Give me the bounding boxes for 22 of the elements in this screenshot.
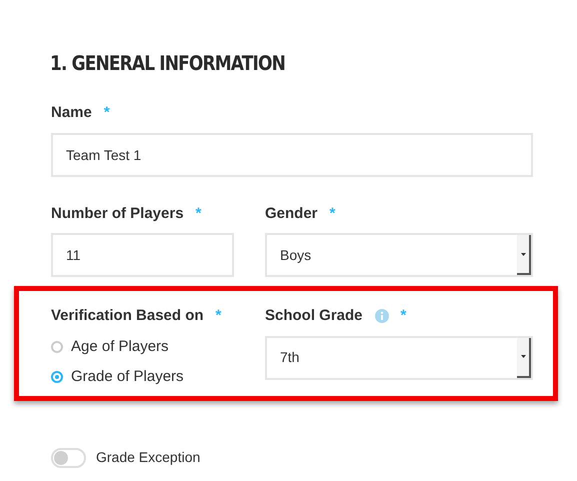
toggle-label: Grade Exception [96,448,200,467]
field-label: Verification Based on [51,306,204,326]
field-label: Number of Players [51,204,184,224]
required-mark: * [216,306,222,326]
input-field[interactable]: 11 [51,233,234,277]
toggle-switch[interactable] [51,448,86,468]
required-mark: * [104,103,110,123]
required-mark: * [196,204,202,224]
caret-icon [520,252,526,256]
input-field[interactable]: Team Test 1 [51,132,533,176]
select-field[interactable]: Boys [265,233,533,277]
field-label: Gender [265,204,318,224]
required-mark: * [330,204,336,224]
radio-option[interactable]: Grade of Players [51,366,234,388]
field-label: School Grade [265,306,363,326]
radio-option[interactable]: Age of Players [51,336,234,358]
caret-icon [520,355,526,358]
select-field[interactable]: 7th [265,336,533,380]
required-mark: * [400,306,406,326]
info-icon[interactable] [374,309,389,324]
section-title: 1. GENERAL INFORMATION [50,50,286,77]
field-label: Name [51,103,92,123]
